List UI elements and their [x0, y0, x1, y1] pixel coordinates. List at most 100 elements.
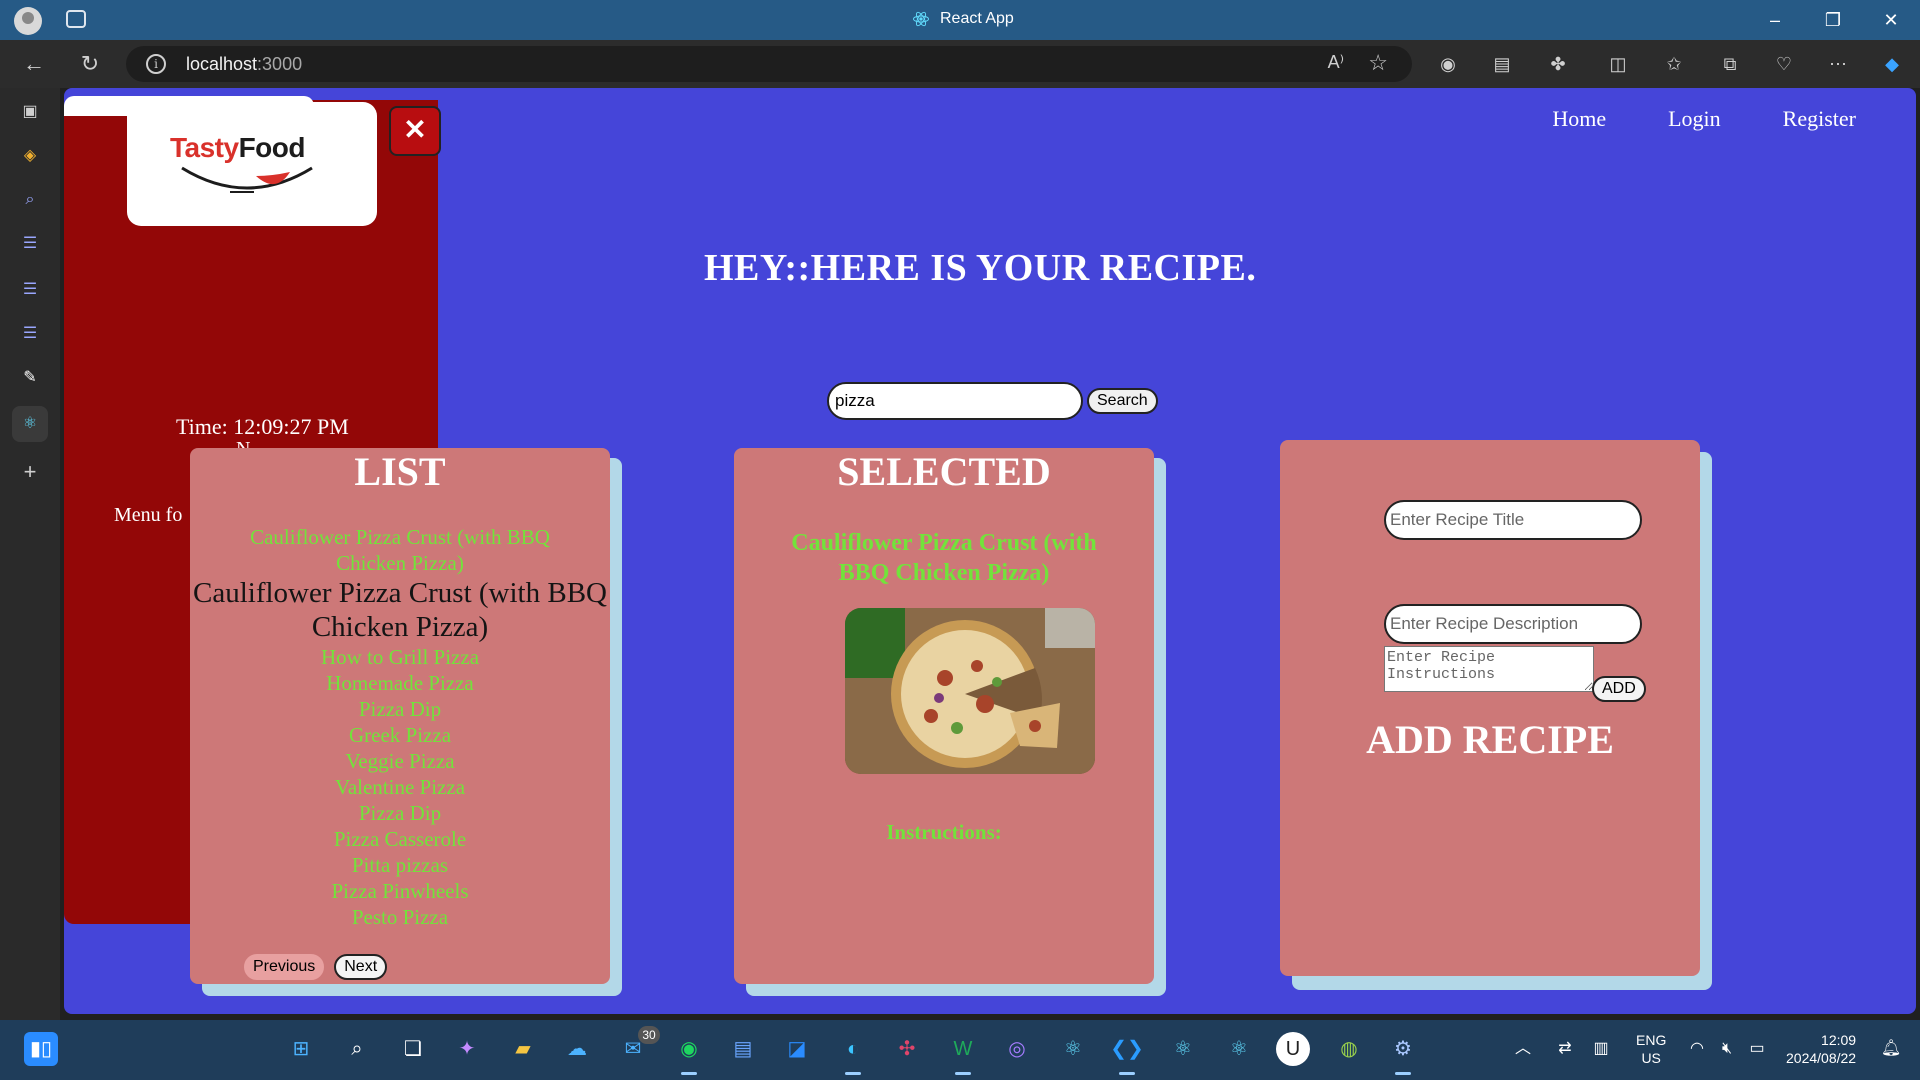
pagination: Previous Next: [244, 954, 388, 980]
recipe-list-item[interactable]: Homemade Pizza: [190, 670, 610, 696]
selected-recipe-name: Cauliflower Pizza Crust (with BBQ Chicke…: [791, 530, 1097, 586]
tray-switch-icon[interactable]: ⇄: [1548, 1032, 1582, 1066]
copilot-taskbar-icon[interactable]: ✦: [450, 1032, 484, 1066]
file-explorer-icon[interactable]: ▰: [506, 1032, 540, 1066]
spotify-icon[interactable]: ◉: [672, 1032, 706, 1075]
recipe-list-item[interactable]: Pizza Casserole: [190, 826, 610, 852]
favorites-icon[interactable]: ✩: [1662, 52, 1686, 76]
back-icon[interactable]: ←: [18, 50, 50, 78]
tastyfood-logo: TastyFood: [170, 132, 306, 164]
previous-page-button[interactable]: Previous: [244, 954, 325, 980]
smile-tongue-icon: [181, 166, 313, 193]
recipe-list-item[interactable]: Pitta pizzas: [190, 852, 610, 878]
selected-card-title: SELECTED: [837, 449, 1051, 494]
extension-globe-icon[interactable]: ◉: [1436, 52, 1460, 76]
onedrive-icon[interactable]: ☁: [560, 1032, 594, 1066]
tool-rail-icon[interactable]: ✎: [18, 366, 42, 390]
extension-note-icon[interactable]: ▤: [1490, 52, 1514, 76]
nav-login-link[interactable]: Login: [1668, 106, 1721, 132]
workspace-icon[interactable]: ◈: [18, 144, 42, 168]
logo-card[interactable]: TastyFood: [127, 102, 377, 226]
tray-meter-icon[interactable]: ▥: [1584, 1032, 1618, 1066]
language-region: US: [1641, 1050, 1661, 1066]
close-window-icon[interactable]: ✕: [1868, 6, 1914, 34]
react-app-icon[interactable]: ⚛: [1222, 1032, 1256, 1066]
recipe-list-item[interactable]: Pesto Pizza: [190, 904, 610, 930]
list-rail-icon[interactable]: ☰: [18, 232, 42, 256]
widgets-icon[interactable]: ▮▯: [24, 1032, 58, 1066]
github-icon[interactable]: ◎: [1000, 1032, 1034, 1066]
recipe-list-item[interactable]: Veggie Pizza: [190, 748, 610, 774]
extensions-puzzle-icon[interactable]: ✤: [1546, 52, 1570, 76]
edge-icon[interactable]: ◐: [836, 1032, 870, 1075]
start-menu-icon[interactable]: ⊞: [284, 1032, 318, 1066]
more-menu-icon[interactable]: ⋯: [1826, 52, 1850, 76]
url-text[interactable]: localhost:3000: [186, 54, 302, 75]
tab-list-icon[interactable]: ▣: [18, 100, 42, 124]
taskbar-clock[interactable]: 12:09 2024/08/22: [1786, 1031, 1856, 1067]
recipe-list-item[interactable]: How to Grill Pizza: [190, 644, 610, 670]
mail-badge: 30: [638, 1026, 660, 1044]
react-tab-icon[interactable]: ⚛: [12, 406, 48, 442]
list-rail-icon[interactable]: ☰: [18, 278, 42, 302]
u-app-icon[interactable]: U: [1276, 1032, 1310, 1066]
settings-gear-icon[interactable]: ⚙: [1386, 1032, 1420, 1075]
notepad-icon[interactable]: ▤: [726, 1032, 760, 1066]
recipe-list-item[interactable]: Pizza Dip: [190, 800, 610, 826]
globe-app-icon[interactable]: ◍: [1332, 1032, 1366, 1066]
language-code: ENG: [1636, 1032, 1667, 1048]
nav-home-link[interactable]: Home: [1552, 106, 1606, 132]
mail-icon[interactable]: ✉ 30: [616, 1026, 660, 1066]
nav-register-link[interactable]: Register: [1783, 106, 1856, 132]
recipe-list-item[interactable]: Pizza Dip: [190, 696, 610, 722]
language-indicator[interactable]: ENG US: [1636, 1031, 1666, 1067]
add-recipe-button[interactable]: ADD: [1592, 676, 1646, 702]
react-devtools-icon[interactable]: ⚛: [1056, 1032, 1090, 1066]
show-hidden-icons-icon[interactable]: ︿: [1506, 1032, 1540, 1066]
recipe-title-input[interactable]: [1384, 500, 1642, 540]
profile-avatar[interactable]: [14, 7, 42, 35]
browser-titlebar: React App – ❐ ✕: [0, 0, 1920, 40]
drawer-close-button[interactable]: ✕: [389, 106, 441, 156]
add-recipe-heading: ADD RECIPE: [1366, 717, 1614, 762]
app-w-icon[interactable]: W: [946, 1032, 980, 1075]
slack-icon[interactable]: ✣: [890, 1032, 924, 1066]
battery-icon[interactable]: ▭: [1740, 1032, 1774, 1066]
minimize-icon[interactable]: –: [1752, 6, 1798, 34]
recipe-description-input[interactable]: [1384, 604, 1642, 644]
windows-taskbar: ▮▯ ⊞ ⌕ ❏ ✦ ▰ ☁ ✉ 30 ◉ ▤ ◪ ◐ ✣ W ◎ ⚛ ❮❯ ⚛ …: [0, 1020, 1920, 1080]
react-app-icon[interactable]: ⚛: [1166, 1032, 1200, 1066]
site-info-icon[interactable]: i: [146, 54, 166, 74]
browser-essentials-icon[interactable]: ♡: [1772, 52, 1796, 76]
top-navigation: Home Login Register: [1552, 106, 1856, 132]
address-bar[interactable]: i localhost:3000 A⁾ ☆: [126, 46, 1412, 82]
tab-actions-icon[interactable]: [66, 10, 86, 28]
split-screen-icon[interactable]: ◫: [1606, 52, 1630, 76]
search-icon[interactable]: ⌕: [340, 1032, 374, 1066]
copilot-icon[interactable]: ◆: [1880, 52, 1904, 76]
search-rail-icon[interactable]: ⌕: [18, 188, 42, 212]
restore-icon[interactable]: ❐: [1810, 6, 1856, 34]
recipe-search-input[interactable]: [827, 382, 1083, 420]
collections-icon[interactable]: ⧉: [1718, 52, 1742, 76]
outlook-icon[interactable]: ◪: [780, 1032, 814, 1066]
read-aloud-icon[interactable]: A⁾: [1328, 52, 1344, 73]
notification-bell-icon[interactable]: 🔔︎: [1874, 1032, 1908, 1066]
wifi-icon[interactable]: ◠: [1680, 1032, 1714, 1066]
list-rail-icon[interactable]: ☰: [18, 322, 42, 346]
search-button[interactable]: Search: [1087, 388, 1158, 414]
recipe-list-item[interactable]: Valentine Pizza: [190, 774, 610, 800]
task-view-icon[interactable]: ❏: [396, 1032, 430, 1066]
recipe-list-item-selected[interactable]: Cauliflower Pizza Crust (with BBQ Chicke…: [190, 576, 610, 644]
favorite-star-icon[interactable]: ☆: [1368, 50, 1388, 76]
vscode-icon[interactable]: ❮❯: [1110, 1032, 1144, 1075]
add-tab-icon[interactable]: +: [18, 460, 42, 484]
volume-muted-icon[interactable]: 🔇︎: [1710, 1032, 1744, 1066]
recipe-list-item[interactable]: Pizza Pinwheels: [190, 878, 610, 904]
recipe-list-item[interactable]: Greek Pizza: [190, 722, 610, 748]
refresh-icon[interactable]: ↻: [74, 50, 106, 78]
recipe-list-item[interactable]: Cauliflower Pizza Crust (with BBQ Chicke…: [190, 524, 610, 576]
recipe-instructions-textarea[interactable]: [1384, 646, 1594, 692]
next-page-button[interactable]: Next: [334, 954, 388, 980]
selected-card: SELECTED Cauliflower Pizza Crust (with B…: [734, 448, 1154, 984]
